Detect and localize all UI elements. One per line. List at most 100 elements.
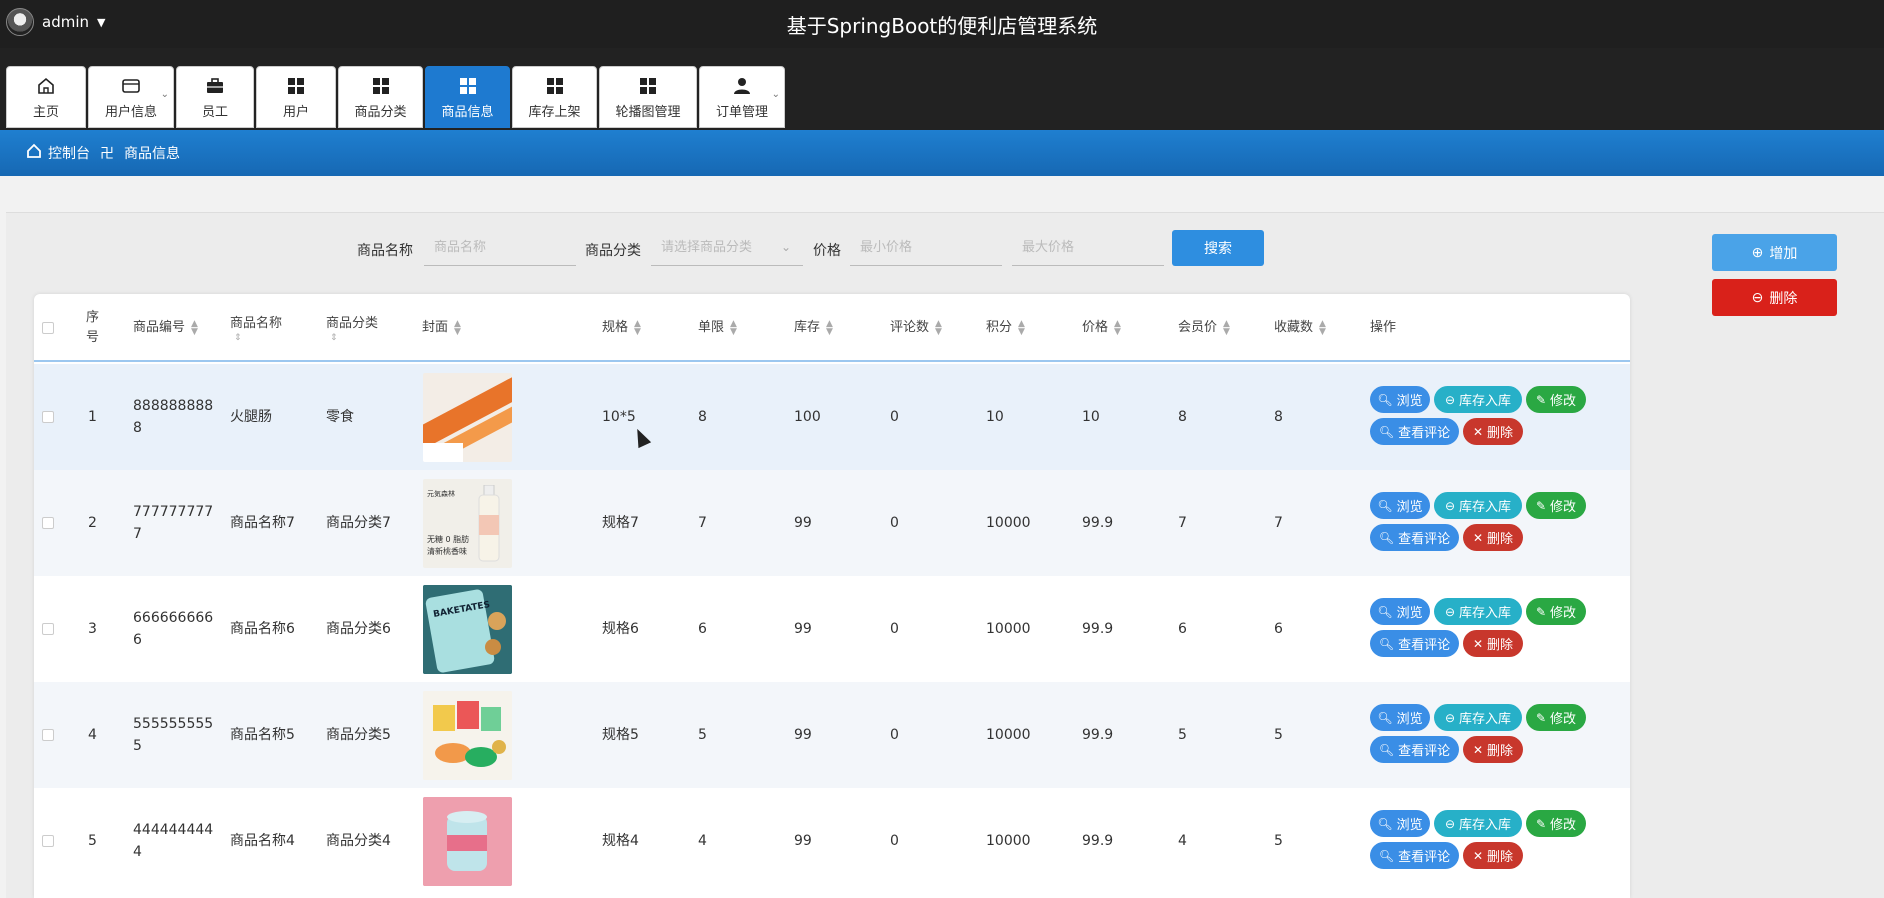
tab-category[interactable]: 商品分类 <box>338 66 423 128</box>
comments-button[interactable]: 🔍︎ 查看评论 <box>1370 842 1459 869</box>
cell-price: 99.9 <box>1082 515 1114 531</box>
view-button[interactable]: 🔍︎ 浏览 <box>1370 598 1430 625</box>
row-checkbox[interactable] <box>42 788 54 894</box>
view-button[interactable]: 🔍︎ 浏览 <box>1370 492 1430 519</box>
search-icon: 🔍︎ <box>1377 710 1393 725</box>
cell-member-price: 5 <box>1178 727 1187 743</box>
edit-button[interactable]: ✎ 修改 <box>1526 492 1586 519</box>
view-button[interactable]: 🔍︎ 浏览 <box>1370 810 1430 837</box>
table-row[interactable]: 3 666666666 6 商品名称6 商品分类6 BAKETATES 规格6 6… <box>34 576 1630 682</box>
edit-button[interactable]: ✎ 修改 <box>1526 386 1586 413</box>
min-price-input[interactable] <box>850 230 1002 266</box>
name-input[interactable] <box>424 230 576 266</box>
stock-in-button[interactable]: ⊖ 库存入库 <box>1434 386 1522 413</box>
cell-code: 555555555 5 <box>133 682 213 788</box>
cell-member-price: 6 <box>1178 621 1187 637</box>
product-image <box>423 690 512 780</box>
cell-spec: 规格4 <box>602 833 639 849</box>
bulk-delete-button[interactable]: ⊖ 删除 <box>1712 279 1837 316</box>
search-button[interactable]: 搜索 <box>1172 230 1264 266</box>
grid-icon <box>372 75 389 97</box>
tab-product-info[interactable]: 商品信息 <box>425 66 510 128</box>
close-icon: ✕ <box>1472 848 1484 863</box>
header-price[interactable]: 价格 ▲ ▼ <box>1082 294 1121 362</box>
comments-button[interactable]: 🔍︎ 查看评论 <box>1370 736 1459 763</box>
op-label: 修改 <box>1550 393 1577 408</box>
max-price-input[interactable] <box>1012 230 1164 266</box>
stock-in-button[interactable]: ⊖ 库存入库 <box>1434 704 1522 731</box>
card-icon <box>121 75 141 97</box>
cell-cover[interactable]: 元気森林 无糖 0 脂肪 清新桃香味 <box>423 470 512 576</box>
tab-staff[interactable]: 员工 <box>176 66 254 128</box>
minus-circle-icon: ⊖ <box>1444 392 1456 407</box>
table-row[interactable]: 4 555555555 5 商品名称5 商品分类5 规格5 5 99 0 1000… <box>34 682 1630 788</box>
search-icon: 🔍︎ <box>1377 816 1393 831</box>
edit-button[interactable]: ✎ 修改 <box>1526 598 1586 625</box>
cell-cover[interactable] <box>423 682 512 788</box>
header-favorites[interactable]: 收藏数 ▲ ▼ <box>1274 294 1326 362</box>
header-label: 积分 <box>986 320 1013 335</box>
home-icon <box>36 75 56 97</box>
close-icon: ✕ <box>1472 636 1484 651</box>
delete-button[interactable]: ✕ 删除 <box>1463 524 1523 551</box>
row-checkbox[interactable] <box>42 576 54 682</box>
row-checkbox[interactable] <box>42 364 54 470</box>
table-row[interactable]: 2 777777777 7 商品名称7 商品分类7 元気森林 无糖 0 脂肪 清新… <box>34 470 1630 576</box>
view-button[interactable]: 🔍︎ 浏览 <box>1370 704 1430 731</box>
header-name[interactable]: 商品名称 ⇕ <box>230 294 282 362</box>
cell-name: 商品名称4 <box>230 833 295 849</box>
nav-bar: 主页 用户信息 ⌄ 员工 用户 商品分类 商品信息 库存上架 轮播图管理 订单管 <box>0 48 1884 130</box>
search-icon: 🔍︎ <box>1377 392 1393 407</box>
tab-carousel[interactable]: 轮播图管理 <box>599 66 697 128</box>
cell-stock: 99 <box>794 833 812 849</box>
tab-label: 用户信息 <box>104 104 157 120</box>
breadcrumb-home[interactable]: 控制台 <box>48 143 90 163</box>
breadcrumb-current: 商品信息 <box>124 146 180 162</box>
header-points[interactable]: 积分 ▲ ▼ <box>986 294 1025 362</box>
row-checkbox[interactable] <box>42 682 54 788</box>
code-line: 666666666 <box>133 610 214 626</box>
tab-home[interactable]: 主页 <box>6 66 86 128</box>
code-line: 7 <box>133 526 142 542</box>
select-all-checkbox[interactable] <box>42 294 54 362</box>
tab-user-info[interactable]: 用户信息 ⌄ <box>88 66 174 128</box>
sort-icon: ▲ ▼ <box>1319 319 1326 337</box>
minus-circle-icon: ⊖ <box>1444 604 1456 619</box>
stock-in-button[interactable]: ⊖ 库存入库 <box>1434 810 1522 837</box>
view-button[interactable]: 🔍︎ 浏览 <box>1370 386 1430 413</box>
row-checkbox[interactable] <box>42 470 54 576</box>
tab-stock-shelf[interactable]: 库存上架 <box>512 66 597 128</box>
delete-button[interactable]: ✕ 删除 <box>1463 842 1523 869</box>
header-cover[interactable]: 封面 ▲ ▼ <box>422 294 461 362</box>
cell-no: 3 <box>88 621 97 637</box>
delete-button[interactable]: ✕ 删除 <box>1463 630 1523 657</box>
header-spec[interactable]: 规格 ▲ ▼ <box>602 294 641 362</box>
cell-cover[interactable] <box>423 788 512 894</box>
stock-in-button[interactable]: ⊖ 库存入库 <box>1434 598 1522 625</box>
tab-users[interactable]: 用户 <box>256 66 336 128</box>
comments-button[interactable]: 🔍︎ 查看评论 <box>1370 630 1459 657</box>
edit-button[interactable]: ✎ 修改 <box>1526 704 1586 731</box>
comments-button[interactable]: 🔍︎ 查看评论 <box>1370 418 1459 445</box>
edit-button[interactable]: ✎ 修改 <box>1526 810 1586 837</box>
delete-button[interactable]: ✕ 删除 <box>1463 418 1523 445</box>
pencil-icon: ✎ <box>1535 498 1547 513</box>
header-member-price[interactable]: 会员价 ▲ ▼ <box>1178 294 1230 362</box>
add-button[interactable]: ⊕ 增加 <box>1712 234 1837 271</box>
cell-cover[interactable]: BAKETATES <box>423 576 512 682</box>
header-comments[interactable]: 评论数 ▲ ▼ <box>890 294 942 362</box>
header-stock[interactable]: 库存 ▲ ▼ <box>794 294 833 362</box>
header-code[interactable]: 商品编号 ▲ ▼ <box>133 294 198 362</box>
stock-in-button[interactable]: ⊖ 库存入库 <box>1434 492 1522 519</box>
comments-button[interactable]: 🔍︎ 查看评论 <box>1370 524 1459 551</box>
table-row[interactable]: 5 444444444 4 商品名称4 商品分类4 规格4 4 99 0 1000… <box>34 788 1630 894</box>
cell-member-price: 4 <box>1178 833 1187 849</box>
search-icon: 🔍︎ <box>1378 424 1395 439</box>
header-category[interactable]: 商品分类 ⇕ <box>326 294 378 362</box>
tab-label: 商品分类 <box>354 104 407 120</box>
header-limit[interactable]: 单限 ▲ ▼ <box>698 294 737 362</box>
tab-orders[interactable]: 订单管理 ⌄ <box>699 66 785 128</box>
table-row[interactable]: 1 888888888 8 火腿肠 零食 10*5 8 100 0 10 10 8… <box>34 364 1630 470</box>
delete-button[interactable]: ✕ 删除 <box>1463 736 1523 763</box>
cell-cover[interactable] <box>423 364 512 470</box>
